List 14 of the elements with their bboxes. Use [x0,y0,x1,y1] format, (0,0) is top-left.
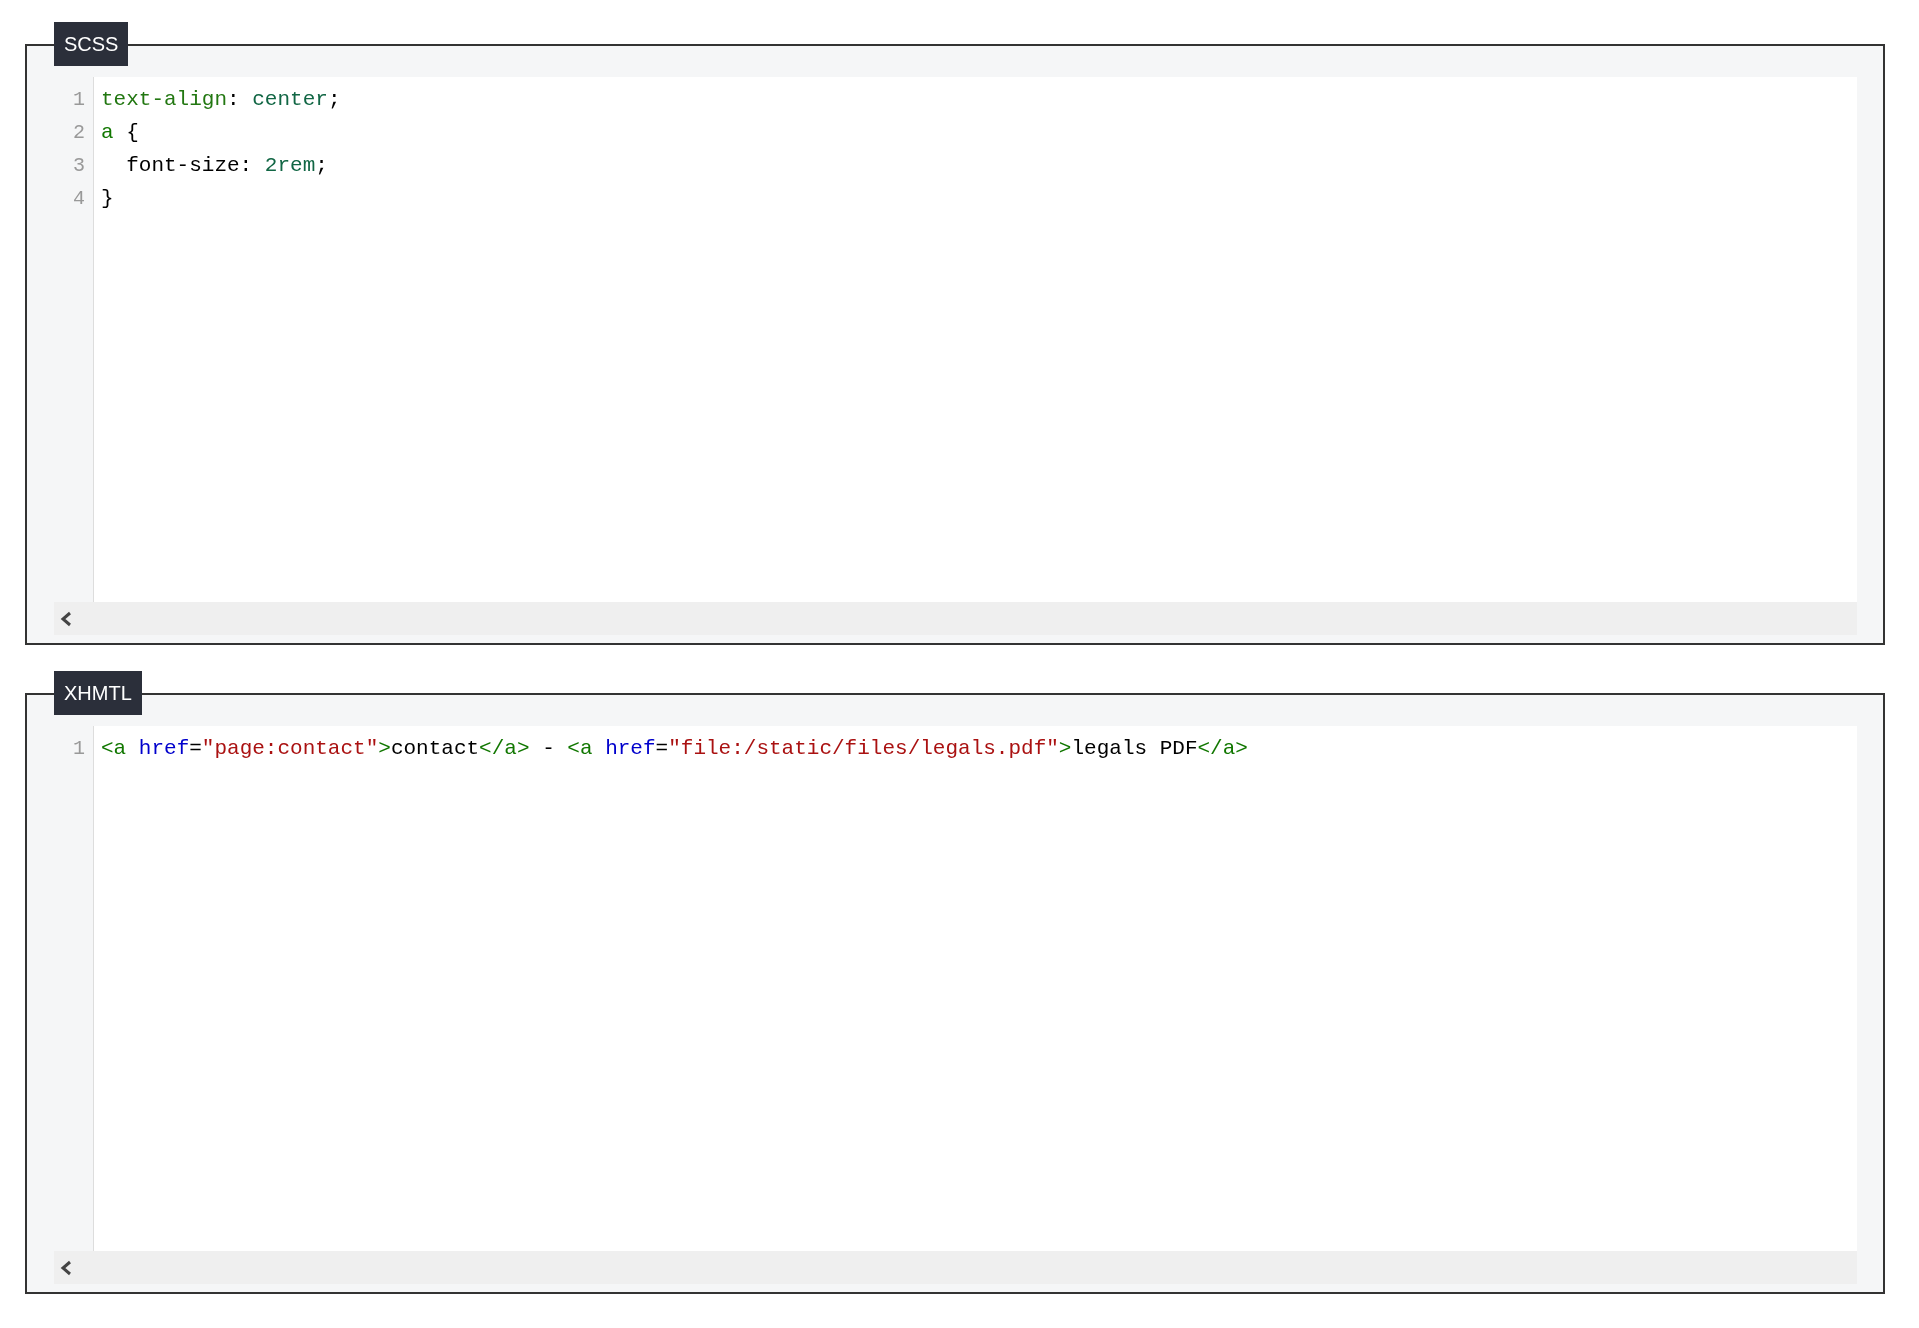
line-number: 3 [72,153,86,179]
chevron-left-icon[interactable] [60,610,72,627]
chevron-left-icon[interactable] [60,1259,72,1276]
code-line: text-align: center; [101,87,341,113]
line-number: 1 [72,736,86,762]
code-line: } [101,186,115,212]
panel-label: XHMTL [54,671,142,715]
line-number: 2 [72,120,86,146]
code-line: a { [101,120,140,146]
code-line: <a href="page:contact">contact</a> - <a href="file:/static/files/legals.pdf">legals PDF</a> [101,736,1248,762]
line-number: 4 [72,186,86,212]
panel-label: SCSS [54,22,129,66]
code-line: font-size: 2rem; [125,153,329,179]
line-number: 1 [72,87,86,113]
